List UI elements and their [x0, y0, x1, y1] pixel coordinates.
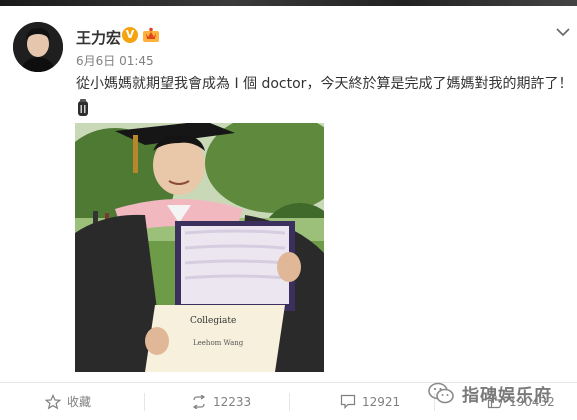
- wechat-icon: [428, 382, 454, 404]
- post-text: 從小媽媽就期望我會成為 I 個 doctor，今天終於算是完成了媽媽對我的期許了…: [76, 76, 573, 92]
- comment-count: 12921: [362, 394, 401, 409]
- repost-button[interactable]: 12233: [191, 383, 251, 420]
- watermark: 指碑娱乐府: [428, 378, 552, 408]
- username[interactable]: 王力宏: [76, 27, 121, 48]
- divider: [144, 393, 145, 411]
- diploma-name: Leehom Wang: [193, 339, 244, 347]
- chevron-down-icon[interactable]: [556, 22, 570, 37]
- member-crown-icon: [142, 27, 160, 43]
- repost-count: 12233: [213, 394, 252, 409]
- favorite-button[interactable]: 收藏: [45, 383, 91, 420]
- diploma-heading: Collegiate: [190, 316, 236, 326]
- avatar-portrait: [13, 22, 63, 72]
- post-timestamp[interactable]: 6月6日 01:45: [76, 52, 154, 69]
- watermark-text: 指碑娱乐府: [462, 385, 552, 406]
- avatar[interactable]: [13, 22, 63, 72]
- star-icon: [45, 393, 61, 409]
- emoji-icon: [76, 98, 90, 118]
- divider: [289, 393, 290, 411]
- favorite-label: 收藏: [67, 395, 92, 409]
- comment-icon: [340, 394, 356, 409]
- repost-icon: [192, 394, 206, 409]
- comment-button[interactable]: 12921: [340, 383, 400, 420]
- post-photo[interactable]: Collegiate Leehom Wang: [75, 123, 324, 372]
- top-image-strip: [0, 0, 577, 6]
- verified-badge-icon: V: [122, 27, 138, 43]
